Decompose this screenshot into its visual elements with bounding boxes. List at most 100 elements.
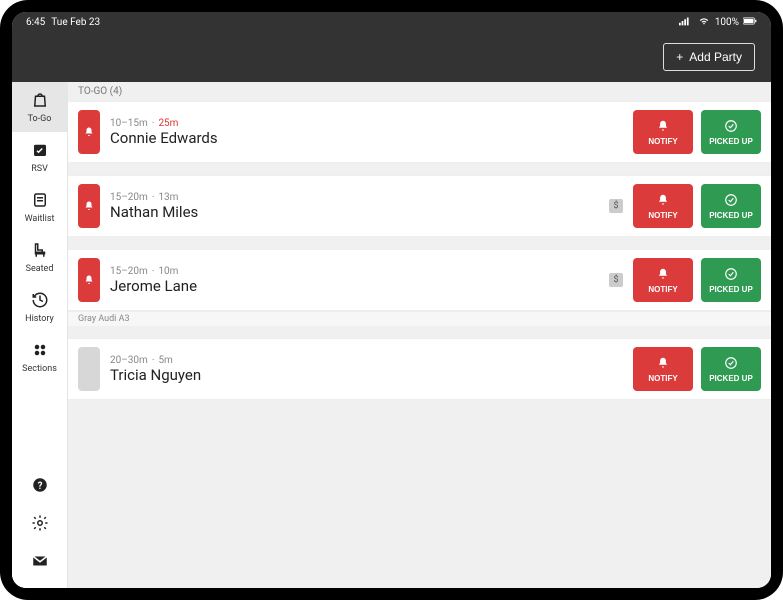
status-bar: 6:45 Tue Feb 23 100% (12, 12, 771, 32)
order-info: 10–15m ·25mConnie Edwards (110, 110, 613, 154)
status-pill (78, 258, 100, 302)
picked-up-button[interactable]: PICKED UP (701, 110, 761, 154)
notify-button[interactable]: NOTIFY (633, 184, 693, 228)
order-group: 10–15m ·25mConnie Edwards NOTIFY PICKED UP (68, 101, 771, 175)
sidebar-item-sections[interactable]: Sections (12, 332, 67, 382)
bell-icon (656, 193, 670, 209)
bell-icon (83, 123, 95, 142)
sidebar-item-history[interactable]: History (12, 282, 67, 332)
bell-icon (83, 197, 95, 216)
picked-up-button[interactable]: PICKED UP (701, 258, 761, 302)
guest-name: Jerome Lane (110, 277, 599, 295)
sidebar-item-label: RSV (31, 164, 48, 174)
bell-icon (83, 271, 95, 290)
calendar-check-icon (31, 141, 49, 162)
elapsed-time: 10m (158, 266, 178, 277)
mail-button[interactable] (12, 544, 67, 582)
battery-text: 100% (715, 17, 739, 28)
bell-icon (656, 267, 670, 283)
order-info: 20–30m·5mTricia Nguyen (110, 347, 613, 391)
separator: · (152, 192, 155, 203)
add-party-button[interactable]: + Add Party (663, 43, 755, 71)
notify-label: NOTIFY (648, 211, 677, 220)
sidebar-item-label: Waitlist (25, 214, 55, 224)
picked-up-label: PICKED UP (709, 374, 753, 383)
check-circle-icon (724, 193, 738, 209)
wait-window: 20–30m (110, 355, 148, 366)
notify-button[interactable]: NOTIFY (633, 347, 693, 391)
sidebar-item-seated[interactable]: Seated (12, 232, 67, 282)
main-content: TO-GO (4) 10–15m·25mConnie EdwardsNOTIFY… (68, 82, 771, 588)
guest-name: Connie Edwards (110, 129, 613, 147)
wifi-icon (697, 16, 711, 29)
order-row[interactable]: 15–20m ·10mJerome Lane $ NOTIFY PICKED UP (68, 249, 771, 311)
orders-list: 10–15m·25mConnie EdwardsNOTIFYPICKED UP1… (68, 101, 771, 412)
order-group: 15–20m·13mNathan Miles $ NOTIFY PICKED UP (68, 175, 771, 249)
svg-text:?: ? (37, 481, 42, 492)
notify-button[interactable]: NOTIFY (633, 110, 693, 154)
order-flags: $ (609, 184, 623, 228)
wait-window: 15–20m (110, 266, 148, 277)
order-row[interactable]: 10–15m ·25mConnie Edwards NOTIFY PICKED UP (68, 101, 771, 163)
order-row[interactable]: 20–30m·5mTricia NguyenNOTIFYPICKED UP (68, 338, 771, 400)
sidebar-item-rsv[interactable]: RSV (12, 132, 67, 182)
cellular-icon (679, 16, 693, 29)
separator: · (152, 266, 155, 277)
row-actions: NOTIFY PICKED UP (633, 347, 761, 391)
guest-name: Nathan Miles (110, 203, 599, 221)
vehicle-note: Gray Audi A3 (68, 311, 771, 326)
top-bar: + Add Party (12, 32, 771, 82)
sidebar-item-label: To-Go (28, 114, 52, 124)
row-actions: NOTIFY PICKED UP (633, 110, 761, 154)
add-party-label: Add Party (689, 50, 742, 64)
help-icon: ? (31, 476, 49, 498)
separator: · (152, 118, 155, 129)
payment-icon: $ (609, 199, 623, 213)
status-pill (78, 110, 100, 154)
payment-icon: $ (609, 273, 623, 287)
separator: · (152, 355, 155, 366)
order-row[interactable]: 15–20m·13mNathan Miles $ NOTIFY PICKED UP (68, 175, 771, 237)
gear-icon (31, 514, 49, 536)
guest-name: Tricia Nguyen (110, 366, 613, 384)
status-pill (78, 347, 100, 391)
status-time: 6:45 (26, 17, 45, 28)
picked-up-label: PICKED UP (709, 285, 753, 294)
order-info: 15–20m ·10mJerome Lane (110, 258, 599, 302)
sidebar-item-togo[interactable]: To-Go (12, 82, 67, 132)
settings-button[interactable] (12, 506, 67, 544)
check-circle-icon (724, 356, 738, 372)
notify-button[interactable]: NOTIFY (633, 258, 693, 302)
help-button[interactable]: ? (12, 468, 67, 506)
order-info: 15–20m·13mNathan Miles (110, 184, 599, 228)
check-circle-icon (724, 119, 738, 135)
app-body: To-Go RSV Waitlist (12, 82, 771, 588)
battery-icon (743, 16, 757, 29)
history-icon (31, 291, 49, 312)
order-group: 20–30m·5mTricia NguyenNOTIFYPICKED UP (68, 338, 771, 412)
plus-icon: + (676, 50, 683, 64)
elapsed-time: 13m (158, 192, 178, 203)
bell-icon (656, 356, 670, 372)
status-pill (78, 184, 100, 228)
chair-icon (31, 241, 49, 262)
mail-icon (31, 552, 49, 574)
device-frame: 6:45 Tue Feb 23 100% + Add Party (0, 0, 783, 600)
sidebar-item-waitlist[interactable]: Waitlist (12, 182, 67, 232)
section-header: TO-GO (4) (68, 82, 771, 101)
elapsed-time: 25m (158, 118, 178, 129)
status-date: Tue Feb 23 (51, 17, 100, 28)
grid-icon (31, 341, 49, 362)
sidebar: To-Go RSV Waitlist (12, 82, 68, 588)
screen: 6:45 Tue Feb 23 100% + Add Party (12, 12, 771, 588)
row-actions: NOTIFY PICKED UP (633, 184, 761, 228)
picked-up-button[interactable]: PICKED UP (701, 184, 761, 228)
check-circle-icon (724, 267, 738, 283)
picked-up-button[interactable]: PICKED UP (701, 347, 761, 391)
sidebar-item-label: History (25, 314, 54, 324)
picked-up-label: PICKED UP (709, 211, 753, 220)
notify-label: NOTIFY (648, 137, 677, 146)
notify-label: NOTIFY (648, 374, 677, 383)
sidebar-item-label: Sections (22, 364, 57, 374)
wait-window: 10–15m (110, 118, 148, 129)
